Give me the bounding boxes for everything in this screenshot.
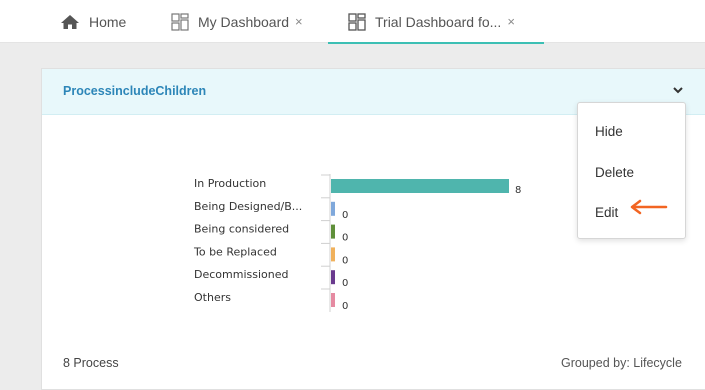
menu-item-edit[interactable]: Edit bbox=[595, 205, 618, 220]
tab-label: My Dashboard bbox=[198, 13, 290, 30]
process-count: 8 Process bbox=[63, 356, 119, 370]
tab-trial-dashboard[interactable]: Trial Dashboard fo... × bbox=[328, 0, 544, 44]
dashboard-icon bbox=[171, 12, 189, 31]
arrow-left-icon bbox=[630, 199, 668, 215]
grouped-by-label: Grouped by: Lifecycle bbox=[561, 356, 682, 370]
chevron-down-icon[interactable] bbox=[671, 83, 685, 97]
tab-label: Trial Dashboard fo... bbox=[375, 13, 502, 30]
dashboard-icon bbox=[348, 12, 366, 31]
tab-my-dashboard[interactable]: My Dashboard × bbox=[171, 0, 303, 43]
tab-label: Home bbox=[89, 13, 127, 30]
close-icon[interactable]: × bbox=[507, 14, 515, 29]
menu-item-delete[interactable]: Delete bbox=[595, 165, 634, 180]
tab-home[interactable]: Home bbox=[60, 0, 126, 43]
widget-options-menu: Hide Delete Edit bbox=[577, 102, 686, 239]
home-icon bbox=[60, 14, 80, 30]
widget-title: ProcessincludeChildren bbox=[63, 84, 207, 98]
close-icon[interactable]: × bbox=[295, 14, 303, 29]
tab-bar: Home My Dashboard × Trial Dashboard fo..… bbox=[0, 0, 705, 44]
active-tab-indicator bbox=[328, 42, 544, 44]
menu-item-hide[interactable]: Hide bbox=[595, 124, 623, 139]
